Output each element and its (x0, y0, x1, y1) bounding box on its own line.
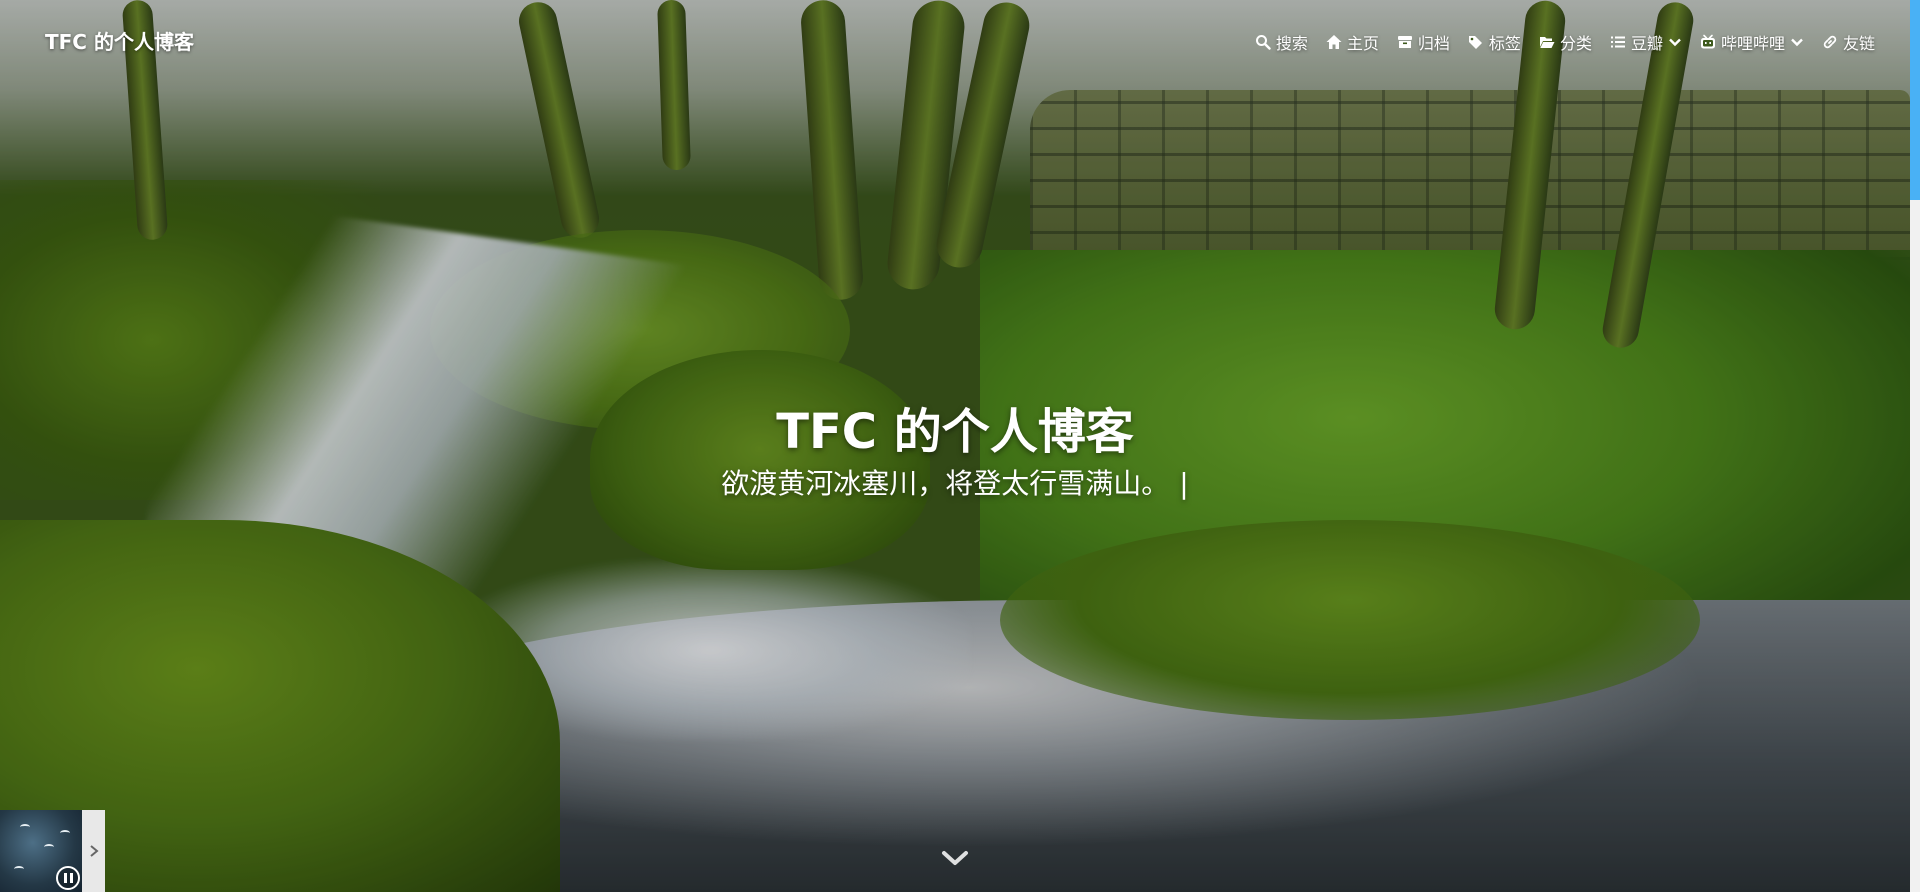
link-icon (1823, 35, 1837, 49)
nav-bilibili[interactable]: 哔哩哔哩 (1700, 30, 1804, 54)
nav-home[interactable]: 主页 (1326, 30, 1379, 54)
blog-home-page: TFC 的个人博客 搜索 主页 归档 标签 分类 豆瓣 哔哩哔哩 友链 TFC … (0, 0, 1920, 892)
nav-douban[interactable]: 豆瓣 (1610, 30, 1682, 54)
top-nav: 搜索 主页 归档 标签 分类 豆瓣 哔哩哔哩 友链 (1255, 30, 1875, 54)
scroll-down-button[interactable] (940, 848, 970, 868)
home-icon (1326, 35, 1342, 49)
nav-archive[interactable]: 归档 (1397, 30, 1450, 54)
nav-search-label: 搜索 (1275, 34, 1308, 53)
hero-subtitle: 欲渡黄河冰塞川，将登太行雪满山。 | (0, 462, 1910, 502)
cover-bird (20, 824, 30, 830)
bilibili-icon (1700, 34, 1715, 49)
nav-links-label: 友链 (1842, 34, 1875, 53)
nav-categories-label: 分类 (1559, 34, 1592, 53)
nav-douban-label: 豆瓣 (1630, 34, 1663, 53)
archive-icon (1397, 36, 1412, 48)
page-scrollbar[interactable] (1910, 0, 1920, 892)
search-icon (1255, 35, 1271, 50)
typing-cursor: | (1179, 467, 1189, 500)
nav-categories[interactable]: 分类 (1539, 30, 1592, 54)
folder-open-icon (1539, 37, 1555, 48)
chevron-down-icon (1791, 38, 1803, 47)
chevron-right-icon (89, 845, 99, 857)
nav-bilibili-label: 哔哩哔哩 (1720, 34, 1785, 53)
tags-icon (1468, 36, 1482, 49)
hero-title: TFC 的个人博客 (776, 404, 1134, 460)
nav-tags[interactable]: 标签 (1468, 30, 1521, 54)
hero-subtitle-text: 欲渡黄河冰塞川，将登太行雪满山。 (721, 467, 1170, 500)
cover-bird (60, 830, 70, 836)
cover-bird (14, 866, 24, 872)
player-expand-toggle[interactable] (82, 810, 105, 892)
nav-home-label: 主页 (1346, 34, 1379, 53)
page-scrollbar-thumb[interactable] (1910, 0, 1920, 200)
nav-tags-label: 标签 (1488, 34, 1521, 53)
player-album-cover[interactable] (0, 810, 82, 892)
chevron-down-icon (1669, 38, 1681, 47)
pause-icon[interactable] (56, 866, 80, 890)
nav-archive-label: 归档 (1417, 34, 1450, 53)
nav-links[interactable]: 友链 (1822, 30, 1875, 54)
nav-search[interactable]: 搜索 (1255, 30, 1308, 54)
list-icon (1610, 36, 1625, 48)
cover-bird (44, 844, 54, 850)
music-player (0, 810, 105, 892)
chevron-down-icon (942, 851, 968, 865)
site-brand[interactable]: TFC 的个人博客 (45, 26, 194, 55)
